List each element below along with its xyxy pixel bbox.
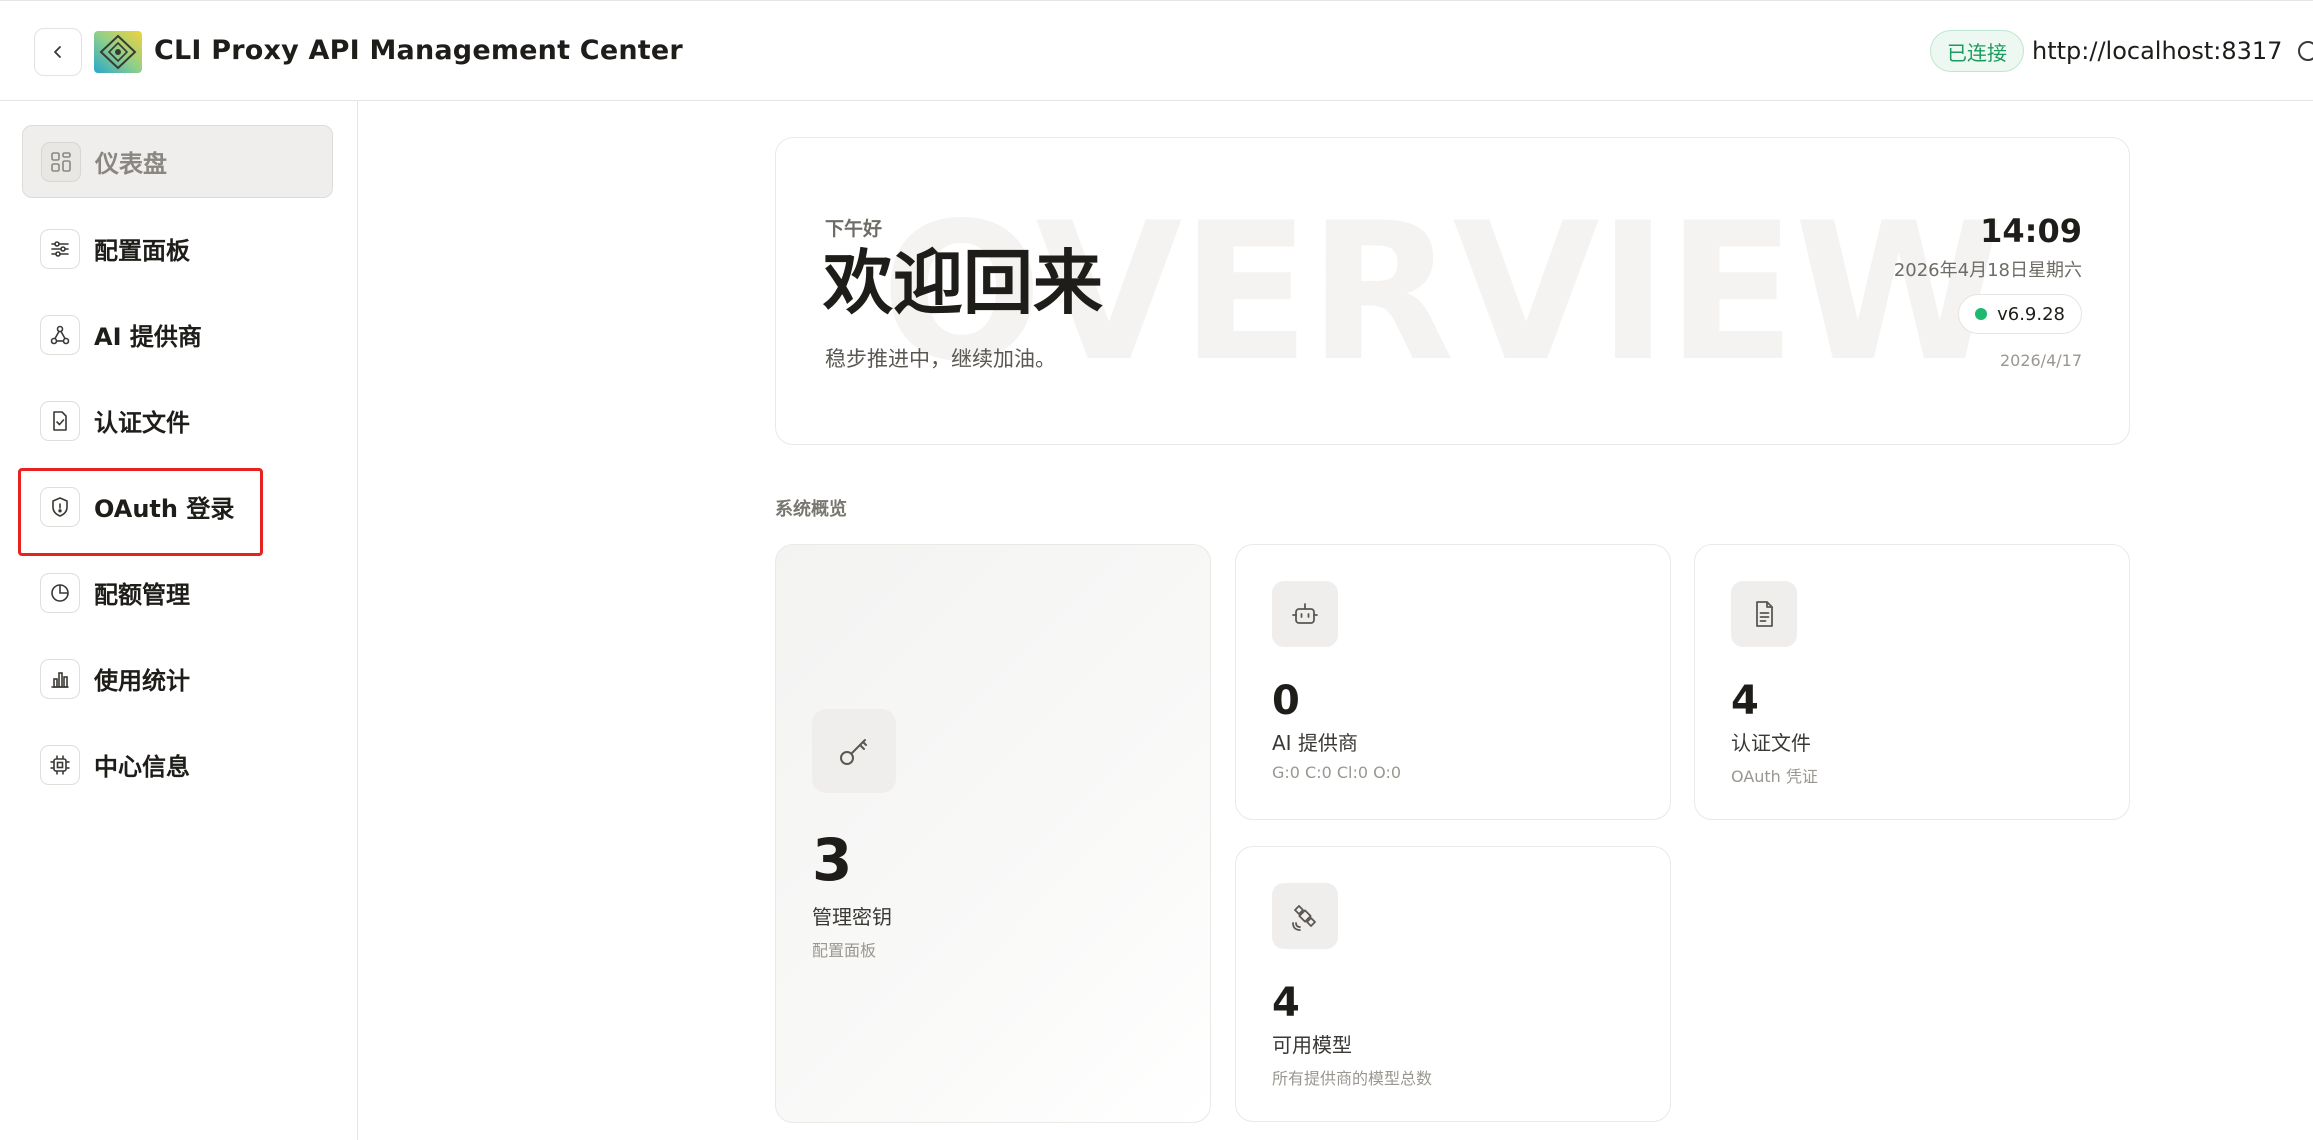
sidebar: 仪表盘 配置面板 AI 提供商 认证文件 OAuth 登录 配额管理 使用统计 … — [0, 101, 358, 1140]
sidebar-item-label: 使用统计 — [94, 667, 190, 695]
app-title: CLI Proxy API Management Center — [154, 35, 683, 66]
key-icon — [812, 709, 896, 793]
sidebar-item-auth-files[interactable]: 认证文件 — [22, 384, 333, 457]
current-time: 14:09 — [1980, 212, 2082, 250]
search-icon — [2298, 41, 2313, 61]
back-button[interactable] — [34, 28, 82, 76]
sidebar-item-oauth-login[interactable]: OAuth 登录 — [22, 470, 333, 543]
connection-status-badge: 已连接 — [1930, 30, 2024, 72]
top-header: CLI Proxy API Management Center 已连接 http… — [0, 0, 2313, 101]
card-subtitle: 配置面板 — [812, 941, 877, 960]
card-title: AI 提供商 — [1272, 731, 1358, 755]
card-subtitle: OAuth 凭证 — [1731, 767, 1818, 786]
file-check-icon — [40, 400, 80, 441]
bar-chart-icon — [40, 658, 80, 699]
sidebar-item-label: 中心信息 — [94, 753, 190, 781]
sidebar-item-quota[interactable]: 配额管理 — [22, 556, 333, 629]
pie-chart-icon — [40, 572, 80, 613]
greeting-text: 下午好 — [825, 218, 883, 240]
chip-icon — [40, 744, 80, 785]
sidebar-item-label: 仪表盘 — [95, 150, 167, 178]
card-subtitle: G:0 C:0 Cl:0 O:0 — [1272, 763, 1402, 782]
stat-card-ai-providers[interactable]: 0 AI 提供商 G:0 C:0 Cl:0 O:0 — [1235, 544, 1671, 820]
card-subtitle: 所有提供商的模型总数 — [1272, 1069, 1433, 1088]
robot-icon — [1272, 581, 1338, 647]
dashboard-grid-icon — [41, 141, 81, 182]
card-title: 可用模型 — [1272, 1033, 1352, 1057]
sidebar-item-center-info[interactable]: 中心信息 — [22, 728, 333, 801]
welcome-subline: 稳步推进中，继续加油。 — [825, 347, 1056, 371]
card-value: 4 — [1731, 678, 1759, 724]
stat-card-management-keys[interactable]: 3 管理密钥 配置面板 — [775, 544, 1211, 1123]
satellite-icon — [1272, 883, 1338, 949]
shield-icon — [40, 486, 80, 527]
document-icon — [1731, 581, 1797, 647]
sidebar-item-usage-stats[interactable]: 使用统计 — [22, 642, 333, 715]
sidebar-item-dashboard[interactable]: 仪表盘 — [22, 125, 333, 198]
search-button[interactable] — [2296, 39, 2313, 65]
version-text: v6.9.28 — [1997, 303, 2065, 325]
stat-card-available-models[interactable]: 4 可用模型 所有提供商的模型总数 — [1235, 846, 1671, 1122]
sidebar-item-label: OAuth 登录 — [94, 495, 235, 523]
sidebar-item-label: 配额管理 — [94, 581, 190, 609]
card-value: 4 — [1272, 980, 1300, 1026]
card-value: 3 — [812, 826, 853, 894]
card-value: 0 — [1272, 678, 1300, 724]
welcome-hero-card: OVERVIEW 下午好 欢迎回来 稳步推进中，继续加油。 14:09 2026… — [775, 137, 2130, 445]
welcome-heading: 欢迎回来 — [823, 242, 1103, 324]
version-badge: v6.9.28 — [1958, 294, 2082, 334]
app-logo — [94, 31, 142, 73]
sidebar-item-config[interactable]: 配置面板 — [22, 212, 333, 285]
status-dot-icon — [1975, 308, 1988, 320]
card-title: 管理密钥 — [812, 905, 892, 929]
current-date: 2026年4月18日星期六 — [1893, 260, 2082, 281]
chevron-left-icon — [54, 46, 61, 58]
card-title: 认证文件 — [1731, 731, 1811, 755]
sidebar-item-label: AI 提供商 — [94, 323, 202, 351]
server-url: http://localhost:8317 — [2032, 37, 2283, 65]
sidebar-item-ai-providers[interactable]: AI 提供商 — [22, 298, 333, 371]
sliders-icon — [40, 228, 80, 269]
network-nodes-icon — [40, 314, 80, 355]
sidebar-item-label: 配置面板 — [94, 237, 190, 265]
sidebar-item-label: 认证文件 — [94, 409, 190, 437]
build-date: 2026/4/17 — [1999, 351, 2082, 370]
stat-card-auth-files[interactable]: 4 认证文件 OAuth 凭证 — [1694, 544, 2130, 820]
section-label-overview: 系统概览 — [775, 499, 847, 520]
